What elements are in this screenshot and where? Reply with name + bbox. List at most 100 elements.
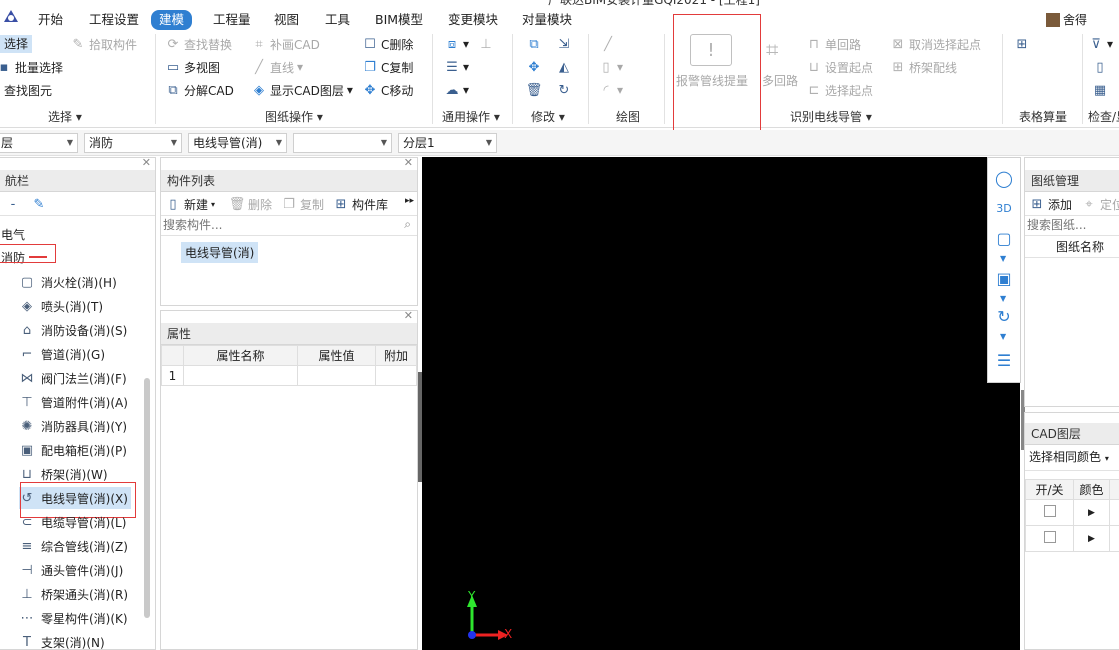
nav-item-sprinkler[interactable]: ◈ 喷头(消)(T)	[19, 295, 103, 317]
draw-arc-button[interactable]: ◜ ▾	[598, 80, 623, 100]
layer-select[interactable]: 分层1 ▼	[398, 133, 497, 153]
search-icon[interactable]: ⌕	[404, 217, 411, 232]
c-copy-button[interactable]: ❐ C复制	[362, 57, 413, 77]
nav-item-tray-tee[interactable]: ⊥ 桥架通头(消)(R)	[19, 583, 128, 605]
close-icon[interactable]: ✕	[142, 156, 151, 169]
locate-drawing-button[interactable]: ⌖ 定位	[1081, 196, 1119, 213]
pick-component-button[interactable]: ✎ 拾取构件	[70, 34, 137, 54]
group-label-drawing-ops[interactable]: 图纸操作 ▾	[265, 108, 323, 125]
nav-item-fire-equipment[interactable]: ⌂ 消防设备(消)(S)	[19, 319, 128, 341]
multi-view-button[interactable]: ▭ 多视图	[165, 57, 220, 77]
new-component-button[interactable]: ▯ 新建 ▾	[165, 196, 215, 213]
group-label-draw[interactable]: 绘图	[616, 108, 640, 125]
rotate-icon[interactable]: ↻	[996, 307, 1012, 326]
orbit-icon[interactable]: ◯	[995, 169, 1013, 188]
nav-item-pipe-fitting[interactable]: ⊤ 管道附件(消)(A)	[19, 391, 128, 413]
layer-toggle-checkbox[interactable]	[1043, 505, 1056, 517]
box-view-icon[interactable]: ▣	[996, 269, 1012, 288]
modify-rotate-button[interactable]: ↻	[556, 80, 572, 100]
same-color-filter[interactable]: 选择相同颜色 ▾	[1025, 445, 1119, 471]
group-label-select[interactable]: 选择 ▾	[48, 108, 82, 125]
nav-item-hydrant[interactable]: ▢ 消火栓(消)(H)	[19, 271, 117, 293]
menu-quantities[interactable]: 工程量	[205, 10, 259, 30]
copy-component-button[interactable]: ❐ 复制	[281, 196, 324, 213]
close-icon[interactable]: ✕	[404, 309, 413, 322]
drawing-canvas[interactable]: Y X	[422, 157, 1020, 650]
select-button[interactable]: 选择	[0, 34, 33, 54]
modify-copy-button[interactable]: ⧉	[526, 34, 542, 54]
menu-start[interactable]: 开始	[30, 10, 71, 30]
expand-icon[interactable]: ▶	[1073, 525, 1110, 552]
nav-item-valve[interactable]: ⋈ 阀门法兰(消)(F)	[19, 367, 127, 389]
modify-delete-button[interactable]: 🗑	[526, 80, 543, 100]
menu-tools[interactable]: 工具	[317, 10, 358, 30]
group-label-check[interactable]: 检查/显	[1088, 108, 1119, 125]
menu-modeling[interactable]: 建模	[151, 10, 193, 30]
table-calc-button[interactable]: ⊞	[1014, 34, 1030, 54]
supplement-cad-button[interactable]: ⌗ 补画CAD	[251, 34, 320, 54]
nav-scrollbar[interactable]	[144, 378, 150, 618]
component-type-select[interactable]: 电线导管(消) ▼	[188, 133, 287, 153]
table-row[interactable]: 1	[161, 365, 417, 386]
group-label-identify[interactable]: 识别电线导管 ▾	[790, 108, 872, 125]
collapse-icon[interactable]: -	[5, 196, 21, 212]
c-delete-button[interactable]: ☐ C删除	[362, 34, 413, 54]
common-op-3-button[interactable]: ☰ ▾	[444, 57, 469, 77]
close-icon[interactable]: ✕	[404, 156, 413, 169]
check-doc-button[interactable]: ▯	[1092, 57, 1108, 77]
nav-item-pipe[interactable]: ⌐ 管道(消)(G)	[19, 343, 105, 365]
nav-item-tee-fitting[interactable]: ⊣ 通头管件(消)(J)	[19, 559, 123, 581]
modify-mirror-button[interactable]: ◭	[556, 57, 572, 77]
component-item[interactable]: 电线导管(消)	[181, 242, 259, 263]
discipline-select[interactable]: 消防 ▼	[84, 133, 182, 153]
common-op-1-button[interactable]: ⧈ ▾	[444, 34, 469, 54]
group-label-common-ops[interactable]: 通用操作 ▾	[442, 108, 500, 125]
single-circuit-button[interactable]: ⊓ 单回路	[806, 34, 861, 54]
menu-compare-module[interactable]: 对量模块	[514, 10, 580, 30]
layer-toggle-checkbox[interactable]	[1043, 531, 1056, 543]
floor-select[interactable]: 层 ▼	[0, 133, 78, 153]
menu-project-settings[interactable]: 工程设置	[81, 10, 147, 30]
menu-change-module[interactable]: 变更模块	[440, 10, 506, 30]
expand-icon[interactable]: ▶	[1073, 499, 1110, 526]
menu-view[interactable]: 视图	[266, 10, 307, 30]
table-row[interactable]: ▶	[1025, 499, 1119, 526]
cancel-start-button[interactable]: ⊠ 取消选择起点	[890, 34, 981, 54]
edit-icon[interactable]: ✎	[31, 196, 47, 212]
set-start-button[interactable]: ⊔ 设置起点	[806, 57, 873, 77]
nav-item-bracket[interactable]: T 支架(消)(N)	[19, 631, 105, 650]
multi-circuit-button[interactable]: 多回路	[762, 72, 798, 89]
group-label-modify[interactable]: 修改 ▾	[531, 108, 565, 125]
display-settings-icon[interactable]: ☰	[996, 351, 1012, 370]
component-select[interactable]: ▼	[293, 133, 392, 153]
group-label-table-calc[interactable]: 表格算量	[1019, 108, 1067, 125]
batch-select-button[interactable]: ▪ 批量选择	[0, 57, 63, 77]
nav-item-integrated-pipeline[interactable]: ≡ 综合管线(消)(Z)	[19, 535, 128, 557]
explode-cad-button[interactable]: ⧉ 分解CAD	[165, 80, 234, 100]
chevron-down-icon[interactable]: ▼	[1000, 254, 1006, 263]
find-element-button[interactable]: 查找图元	[4, 80, 52, 100]
more-icon[interactable]: ▸▸	[405, 196, 414, 206]
select-start-button[interactable]: ⊏ 选择起点	[806, 80, 873, 100]
common-op-4-button[interactable]: ☁ ▾	[444, 80, 470, 100]
user-profile[interactable]: 舍得	[1046, 11, 1087, 28]
find-replace-button[interactable]: ⟳ 查找替换	[165, 34, 232, 54]
tray-wiring-button[interactable]: ⊞ 桥架配线	[890, 57, 957, 77]
draw-point-button[interactable]: ▯ ▾	[598, 57, 623, 77]
nav-category-electrical[interactable]: 电气	[1, 226, 25, 243]
common-op-2-button[interactable]: ⊥	[478, 34, 494, 54]
line-button[interactable]: ╱ 直线 ▾	[251, 57, 303, 77]
nav-item-fire-device[interactable]: ✺ 消防器具(消)(Y)	[19, 415, 128, 437]
show-cad-layers-button[interactable]: ◈ 显示CAD图层 ▾	[251, 80, 353, 100]
nav-item-misc-component[interactable]: ⋯ 零星构件(消)(K)	[19, 607, 128, 629]
chevron-down-icon[interactable]: ▼	[1000, 294, 1006, 303]
c-move-button[interactable]: ✥ C移动	[362, 80, 414, 100]
modify-stretch-button[interactable]: ⇲	[556, 34, 572, 54]
filter-button[interactable]: ⊽ ▾	[1088, 34, 1113, 54]
component-search-input[interactable]	[161, 216, 386, 234]
menu-bim-model[interactable]: BIM模型	[367, 10, 431, 30]
add-drawing-button[interactable]: ⊞ 添加	[1029, 196, 1072, 213]
chevron-down-icon[interactable]: ▼	[1000, 332, 1006, 341]
component-library-button[interactable]: ⊞ 构件库	[333, 196, 388, 213]
check-grid-button[interactable]: ▦	[1092, 80, 1108, 100]
